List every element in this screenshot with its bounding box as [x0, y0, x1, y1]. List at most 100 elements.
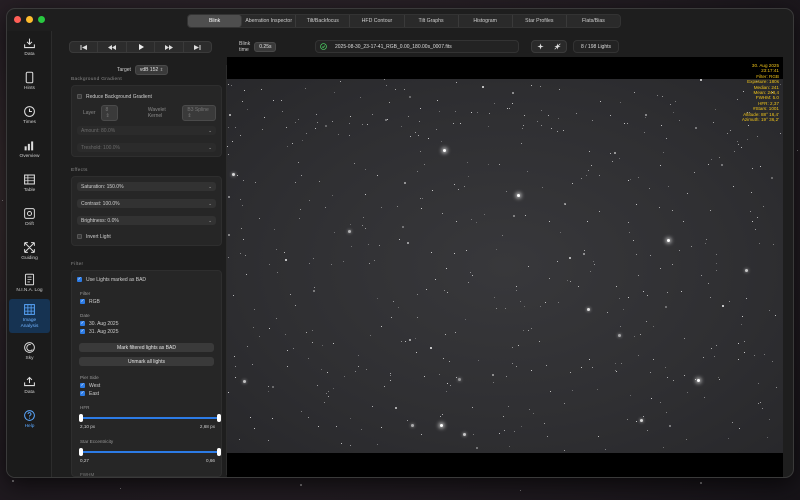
star — [301, 411, 302, 412]
star — [408, 116, 409, 117]
sidebar-item-guiding[interactable]: Guiding — [9, 241, 50, 261]
star — [591, 165, 592, 166]
sidebar-item-times[interactable]: Times — [9, 105, 50, 125]
star — [476, 447, 478, 449]
brightness-dropdown[interactable]: Brightness: 0.0% ⌄ — [77, 216, 216, 225]
pier-east-checkbox[interactable]: East — [80, 389, 216, 398]
star — [570, 372, 571, 373]
minimize-window-button[interactable] — [26, 16, 33, 23]
star — [363, 217, 364, 218]
tab-aberration-inspector[interactable]: Aberration Inspector — [242, 15, 297, 27]
hfr-min-handle[interactable] — [79, 414, 83, 422]
tab-tilt-graphs[interactable]: Tilt Graphs — [405, 15, 459, 27]
sidebar-item-drift[interactable]: Drift — [9, 207, 50, 227]
star — [738, 359, 739, 360]
star — [683, 221, 684, 222]
star-slash-icon[interactable] — [554, 43, 561, 50]
use-bad-lights-checkbox[interactable]: Use Lights marked as BAD — [77, 275, 216, 284]
star — [381, 427, 382, 428]
star — [663, 152, 664, 153]
unmark-all-button[interactable]: Unmark all lights — [79, 357, 214, 366]
target-label: Target — [117, 67, 131, 73]
sidebar-item-data-import[interactable]: Data — [9, 37, 50, 57]
reduce-gradient-checkbox[interactable]: Reduce Background Gradient — [77, 92, 216, 101]
tab-hfd-contour[interactable]: HFD Contour — [350, 15, 405, 27]
hfr-max-value: 2,68 px — [199, 424, 215, 429]
star — [695, 127, 697, 129]
date-checkbox-2[interactable]: 31. Aug 2025 — [80, 327, 216, 336]
sidebar-item-table[interactable]: Table — [9, 173, 50, 193]
eccentricity-max-handle[interactable] — [217, 448, 221, 456]
play-button[interactable] — [127, 42, 156, 52]
invert-light-checkbox[interactable]: Invert Light — [77, 232, 216, 241]
tab-flats-bias[interactable]: Flats/Bias — [567, 15, 620, 27]
eccentricity-min-handle[interactable] — [79, 448, 83, 456]
star — [228, 127, 229, 128]
star — [368, 244, 369, 245]
star — [348, 230, 351, 233]
star — [705, 243, 706, 244]
phone-icon — [25, 71, 34, 84]
star — [416, 352, 417, 353]
skip-forward-button[interactable] — [184, 42, 211, 52]
star — [489, 113, 490, 114]
tab-star-profiles[interactable]: Star Profiles — [513, 15, 567, 27]
star — [245, 255, 246, 256]
star — [443, 358, 444, 359]
step-forward-button[interactable] — [155, 42, 184, 52]
close-window-button[interactable] — [14, 16, 21, 23]
hfr-max-handle[interactable] — [217, 414, 221, 422]
star — [302, 140, 303, 141]
layer-row: Layer 8 ⇕ Wavelet Kernel B3 Spline ⇕ — [77, 104, 216, 121]
star-field-image[interactable] — [227, 79, 783, 453]
star — [752, 221, 753, 222]
star — [547, 436, 548, 437]
star — [651, 398, 652, 399]
star — [228, 392, 229, 393]
threshold-dropdown[interactable]: Treshold: 100.0% ⌄ — [77, 143, 216, 152]
star — [624, 123, 625, 124]
star-sparkle-icon[interactable] — [537, 43, 544, 50]
sidebar-item-data-export[interactable]: Data — [9, 375, 50, 395]
tab-tilt-backfocus[interactable]: Tilt/Backfocus — [296, 15, 351, 27]
sidebar-item-label: Help — [24, 424, 35, 429]
sidebar-item-sky[interactable]: Sky — [9, 341, 50, 361]
star — [564, 450, 565, 451]
hfr-range-slider[interactable] — [79, 414, 221, 422]
sidebar-item-overview[interactable]: Overview — [9, 139, 50, 159]
contrast-dropdown[interactable]: Contrast: 100.0% ⌄ — [77, 199, 216, 208]
saturation-dropdown[interactable]: Saturation: 150.0% ⌄ — [77, 182, 216, 191]
eccentricity-range-slider[interactable] — [79, 448, 221, 456]
checkmark-circle-icon — [320, 43, 327, 50]
target-select[interactable]: vdB 152 ⇕ — [134, 65, 169, 75]
zoom-window-button[interactable] — [38, 16, 45, 23]
filter-rgb-checkbox[interactable]: RGB — [80, 297, 216, 306]
blink-time-select[interactable]: 0.25s — [254, 42, 277, 52]
star — [590, 271, 591, 272]
amount-dropdown[interactable]: Amount: 80.0% ⌄ — [77, 126, 216, 135]
layer-stepper[interactable]: 8 ⇕ — [100, 104, 118, 121]
tab-blink[interactable]: Blink — [188, 15, 243, 27]
sidebar-item-nina-log[interactable]: N.I.N.A. Log — [9, 273, 50, 293]
step-back-button[interactable] — [98, 42, 127, 52]
skip-back-button[interactable] — [70, 42, 99, 52]
star — [551, 128, 552, 129]
star — [748, 125, 749, 126]
star — [432, 190, 433, 191]
star — [739, 428, 740, 429]
star — [627, 123, 628, 124]
sidebar-item-help[interactable]: Help — [9, 409, 50, 429]
star — [757, 136, 758, 137]
image-viewer[interactable]: 30. Aug 2025 23:17:41 Filter: RGB Exposure:… — [227, 57, 783, 477]
wavelet-select[interactable]: B3 Spline ⇕ — [182, 104, 216, 121]
mark-bad-button[interactable]: Mark filtered lights as BAD — [79, 343, 214, 352]
sidebar-item-image-analysis[interactable]: Image Analysis — [9, 299, 50, 333]
star — [261, 89, 262, 90]
star — [328, 396, 329, 397]
tab-histogram[interactable]: Histogram — [459, 15, 513, 27]
star — [355, 371, 356, 372]
star — [292, 143, 293, 144]
date-label-1: 30. Aug 2025 — [89, 320, 119, 327]
sidebar-item-hints[interactable]: Hints — [9, 71, 50, 91]
star — [333, 343, 334, 344]
